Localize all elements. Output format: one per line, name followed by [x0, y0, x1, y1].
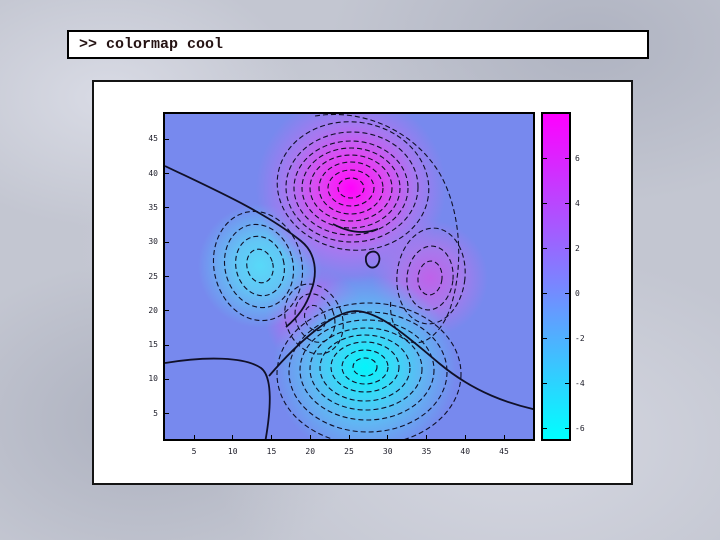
contour-ring [417, 260, 443, 296]
y-tick-label: 10 [148, 374, 158, 384]
x-tick-mark [348, 435, 350, 439]
contour-ring [309, 327, 423, 411]
colorbar-tick-mark [565, 338, 569, 340]
colorbar-tick-label: 6 [575, 153, 580, 163]
x-tick-mark [309, 435, 311, 439]
x-tick-mark [387, 435, 389, 439]
contour-ring [352, 357, 378, 377]
y-tick-mark [165, 310, 169, 312]
y-tick-label: 45 [148, 134, 158, 144]
contour-ring [212, 210, 304, 322]
zero-contour-lower-left [165, 357, 271, 439]
colorbar-tick-mark [565, 248, 569, 250]
colorbar-tick-mark [565, 428, 569, 430]
contour-ring [301, 147, 401, 229]
contour-ring [341, 349, 389, 385]
y-tick-mark [165, 241, 169, 243]
colorbar-tick-mark [543, 383, 547, 385]
y-tick-label: 35 [148, 202, 158, 212]
contour-ring [327, 169, 375, 207]
colorbar-tick-label: 4 [575, 198, 580, 208]
y-tick-mark [165, 207, 169, 209]
y-tick-label: 20 [148, 305, 158, 315]
y-tick-mark [165, 276, 169, 277]
colorbar-tick-mark [543, 203, 547, 205]
contour-ring [303, 304, 327, 332]
x-tick-mark [464, 435, 466, 439]
y-tick-label: 40 [148, 168, 158, 178]
x-tick-label: 15 [266, 447, 277, 456]
x-tick-label: 5 [191, 447, 197, 456]
x-tick-mark [426, 435, 427, 439]
y-tick-label: 5 [153, 408, 158, 418]
y-tick-mark [165, 413, 169, 415]
x-tick-label: 20 [305, 447, 316, 456]
colorbar-tick-label: -2 [575, 333, 585, 343]
colorbar-tick-mark [543, 158, 547, 160]
matlab-command-text: >> colormap cool [79, 36, 224, 53]
contour-ring [246, 248, 274, 284]
matlab-command-box: >> colormap cool [67, 30, 649, 59]
y-tick-mark [165, 344, 169, 346]
colorbar-tick-label: 0 [575, 288, 580, 298]
contour-ring [309, 154, 393, 222]
y-tick-label: 30 [148, 237, 158, 247]
x-tick-mark [503, 435, 505, 439]
zero-contour-upper-left [165, 165, 316, 328]
colorbar [541, 112, 571, 441]
contour-ring [330, 341, 400, 393]
colorbar-tick-mark [543, 293, 547, 295]
x-tick-label: 45 [499, 447, 509, 456]
colorbar-tick-mark [565, 158, 569, 160]
x-tick-mark [193, 435, 195, 439]
contour-plot-axes [163, 112, 535, 441]
contour-ring [396, 227, 466, 325]
colorbar-tick-label: -6 [575, 423, 585, 433]
colorbar-tick-mark [565, 203, 569, 205]
zero-contour-tent [268, 310, 533, 410]
zero-contour-island [364, 250, 381, 269]
x-tick-mark [232, 435, 234, 439]
colorbar-tick-mark [543, 248, 547, 250]
contour-ring [235, 235, 285, 297]
colorbar-tick-mark [565, 293, 569, 295]
colorbar-tick-label: -4 [575, 378, 585, 388]
x-tick-label: 10 [227, 447, 238, 456]
y-tick-label: 15 [148, 340, 158, 350]
contour-ring [337, 177, 365, 199]
y-tick-mark [165, 378, 169, 380]
y-tick-mark [165, 138, 169, 140]
contour-lines-layer [165, 114, 533, 439]
colorbar-tick-label: 2 [575, 243, 580, 253]
x-tick-label: 25 [344, 447, 354, 456]
slide-background: { "slide": { "command_box": { "prompt": … [0, 0, 720, 540]
x-tick-label: 40 [460, 447, 471, 456]
x-tick-mark [271, 435, 272, 439]
colorbar-tick-mark [543, 428, 547, 430]
y-tick-label: 25 [148, 271, 158, 281]
contour-ring [406, 245, 454, 311]
colorbar-tick-mark [565, 383, 569, 385]
y-tick-mark [165, 173, 169, 175]
contour-ring [284, 283, 344, 355]
colorbar-tick-mark [543, 338, 547, 340]
contour-ring [319, 334, 411, 402]
x-tick-label: 35 [421, 447, 432, 456]
x-tick-label: 30 [382, 447, 393, 456]
